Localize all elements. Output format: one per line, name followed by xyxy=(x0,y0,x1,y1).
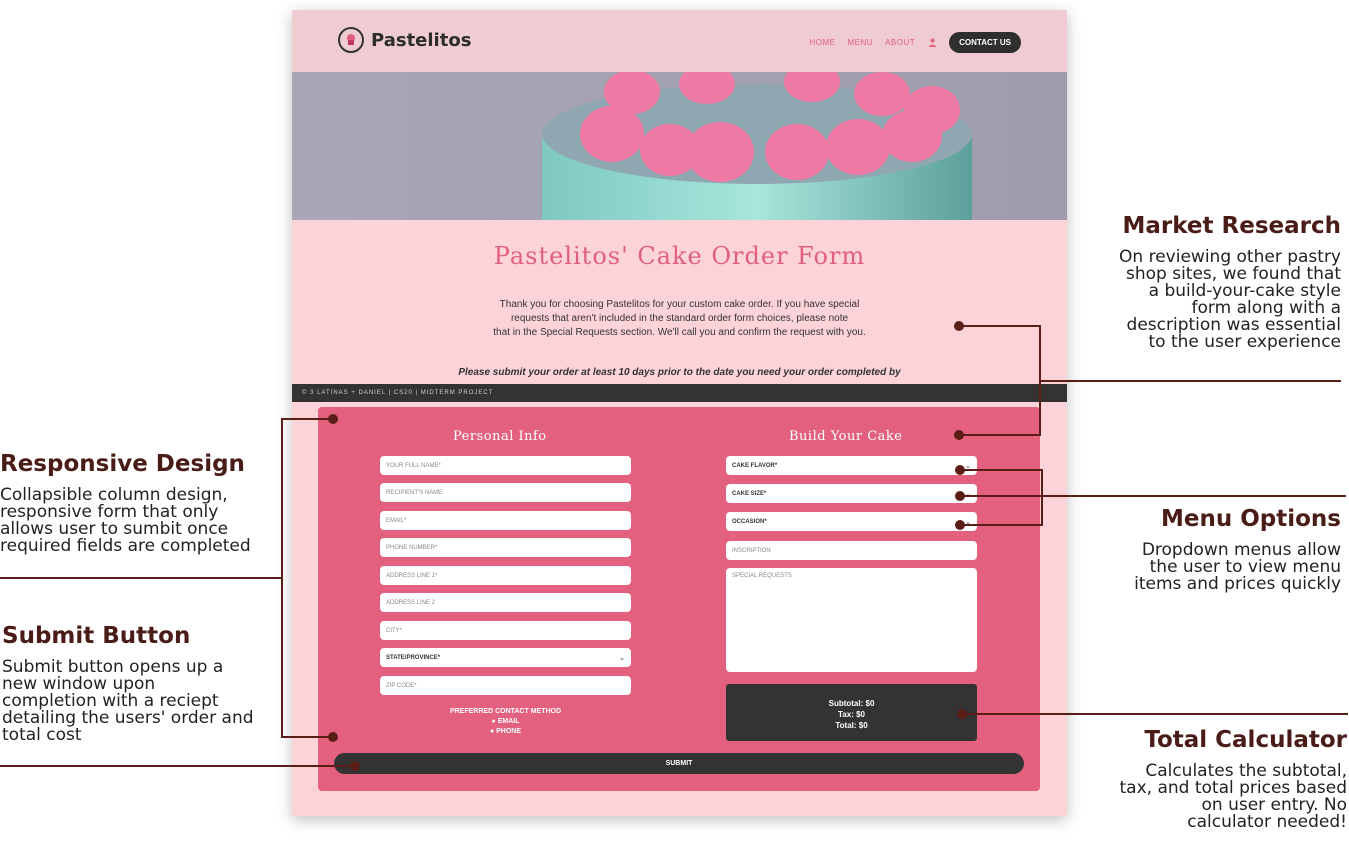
nav-links: HOME MENU ABOUT CONTACT US xyxy=(810,32,1021,53)
connector-dot xyxy=(955,491,965,501)
connector-line xyxy=(962,713,1348,715)
cake-size-label: CAKE SIZE* xyxy=(732,490,767,497)
totals-box: Subtotal: $0 Tax: $0 Total: $0 xyxy=(726,684,977,741)
recipient-name-input[interactable]: RECIPIENT'S NAME xyxy=(380,483,631,502)
zip-input[interactable]: ZIP CODE* xyxy=(380,676,631,695)
annotation-line: calculator needed! xyxy=(1187,812,1347,832)
connector-dot xyxy=(957,709,967,719)
annotation-title: Responsive Design xyxy=(0,451,245,477)
connector-dot xyxy=(328,414,338,424)
special-requests-textarea[interactable]: SPECIAL REQUESTS xyxy=(726,568,977,672)
page-title: Pastelitos' Cake Order Form xyxy=(493,242,866,270)
cake-flavor-label: CAKE FLAVOR* xyxy=(732,462,778,469)
tax-value: Tax: $0 xyxy=(838,710,865,719)
connector-line xyxy=(959,434,1041,436)
contact-method-label: PREFERRED CONTACT METHOD xyxy=(449,708,562,715)
city-input[interactable]: CITY* xyxy=(380,621,631,640)
state-select-label: STATE/PROVINCE* xyxy=(386,654,441,661)
annotation-total-calculator: Total Calculator Calculates the subtotal… xyxy=(1107,727,1348,832)
connector-dot xyxy=(954,430,964,440)
annotation-menu-options: Menu Options Dropdown menus allow the us… xyxy=(1101,506,1341,593)
contact-method: PREFERRED CONTACT METHOD ● EMAIL ● PHONE xyxy=(380,707,631,737)
annotation-title: Total Calculator xyxy=(1144,727,1347,753)
connector-dot xyxy=(954,321,964,331)
cupcake-icon xyxy=(338,27,364,53)
annotation-submit-button: Submit Button Submit button opens up a n… xyxy=(2,623,272,744)
annotation-title: Submit Button xyxy=(2,623,191,649)
connector-line xyxy=(281,736,333,738)
contact-option-email-label: EMAIL xyxy=(497,718,520,725)
contact-option-phone[interactable]: ● PHONE xyxy=(380,727,631,737)
annotation-line: required fields are completed xyxy=(0,536,251,556)
intro-line: that in the Special Requests section. We… xyxy=(493,327,866,338)
annotation-line: items and prices quickly xyxy=(1134,574,1341,594)
nav-menu[interactable]: MENU xyxy=(848,38,874,47)
connector-dot xyxy=(328,732,338,742)
inscription-input[interactable]: INSCRIPTION xyxy=(726,541,977,560)
annotation-line: to the user experience xyxy=(1148,332,1341,352)
navbar: Pastelitos HOME MENU ABOUT CONTACT US xyxy=(292,10,1067,72)
order-notice: Please submit your order at least 10 day… xyxy=(458,367,901,378)
occasion-label: OCCASION* xyxy=(732,518,767,525)
connector-line xyxy=(1041,469,1043,526)
annotation-market-research: Market Research On reviewing other pastr… xyxy=(1081,213,1341,351)
cake-size-select[interactable]: CAKE SIZE* ⌄ xyxy=(726,484,977,503)
nav-home[interactable]: HOME xyxy=(810,38,836,47)
user-icon[interactable] xyxy=(927,38,937,48)
build-cake-title: Build Your Cake xyxy=(789,429,903,444)
phone-input[interactable]: PHONE NUMBER* xyxy=(380,538,631,557)
intro-line: Thank you for choosing Pastelitos for yo… xyxy=(499,299,860,310)
connector-dot xyxy=(955,520,965,530)
address-line1-input[interactable]: ADDRESS LINE 1* xyxy=(380,566,631,585)
connector-line xyxy=(1042,495,1346,497)
connector-line xyxy=(960,495,1042,497)
connector-line xyxy=(960,469,1042,471)
connector-line xyxy=(0,765,355,767)
state-select[interactable]: STATE/PROVINCE* ⌄ xyxy=(380,648,631,667)
submit-button[interactable]: SUBMIT xyxy=(334,753,1024,774)
brand-name: Pastelitos xyxy=(371,29,472,51)
occasion-select[interactable]: OCCASION* ⌄ xyxy=(726,512,977,531)
connector-line xyxy=(959,325,1041,327)
intro-line: requests that aren't included in the sta… xyxy=(510,313,849,324)
chevron-down-icon: ⌄ xyxy=(619,654,625,662)
hero-cake-image xyxy=(292,72,1067,220)
connector-line xyxy=(960,524,1042,526)
intro-text: Thank you for choosing Pastelitos for yo… xyxy=(462,298,897,340)
cake-flavor-select[interactable]: CAKE FLAVOR* ⌄ xyxy=(726,456,977,475)
email-input[interactable]: EMAIL* xyxy=(380,511,631,530)
contact-option-phone-label: PHONE xyxy=(496,728,522,735)
annotation-line: total cost xyxy=(2,725,82,745)
website-mockup: Pastelitos HOME MENU ABOUT CONTACT US Pa… xyxy=(292,10,1067,816)
annotation-responsive-design: Responsive Design Collapsible column des… xyxy=(0,451,270,555)
connector-dot xyxy=(350,761,360,771)
annotation-title: Market Research xyxy=(1122,213,1342,239)
annotation-title: Menu Options xyxy=(1160,506,1341,532)
connector-line xyxy=(281,418,333,420)
contact-us-button[interactable]: CONTACT US xyxy=(949,32,1021,53)
address-line2-input[interactable]: ADDRESS LINE 2 xyxy=(380,593,631,612)
connector-dot xyxy=(955,465,965,475)
connector-line xyxy=(1040,380,1341,382)
personal-info-title: Personal Info xyxy=(453,429,547,444)
full-name-input[interactable]: YOUR FULL NAME* xyxy=(380,456,631,475)
contact-option-email[interactable]: ● EMAIL xyxy=(380,717,631,727)
subtotal-value: Subtotal: $0 xyxy=(828,699,875,708)
total-value: Total: $0 xyxy=(835,721,868,730)
order-form: Personal Info Build Your Cake YOUR FULL … xyxy=(318,407,1040,791)
connector-line xyxy=(0,577,282,579)
nav-about[interactable]: ABOUT xyxy=(885,38,915,47)
footer-bar: © 3 LATINAS + DANIEL | CS20 | MIDTERM PR… xyxy=(292,384,1067,402)
logo[interactable]: Pastelitos xyxy=(338,27,471,53)
